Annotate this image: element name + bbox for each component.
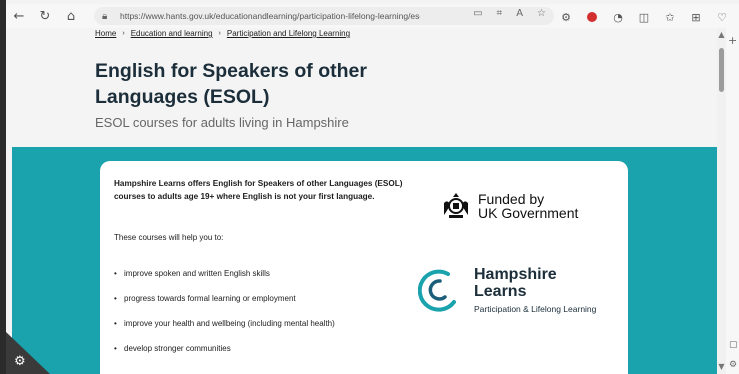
red-extension-icon[interactable]	[582, 6, 602, 28]
home-icon[interactable]: ⌂	[58, 5, 84, 27]
list-item: • progress towards formal learning or emp…	[114, 294, 296, 303]
heart-icon[interactable]: ♡	[712, 6, 732, 28]
hampshire-learns-name: Hampshire Learns	[474, 266, 557, 300]
intro-text: Hampshire Learns offers English for Spea…	[114, 179, 403, 201]
info-card: Hampshire Learns offers English for Spea…	[100, 161, 628, 374]
browser-toolbar: ← ↻ ⌂ 🔒︎ https://www.hants.gov.uk/educat…	[6, 4, 739, 28]
page-title: English for Speakers of other Languages …	[95, 60, 367, 108]
help-text: These courses will help you to:	[114, 233, 224, 242]
reader-icon[interactable]: ▭	[473, 8, 482, 19]
chevron-right-icon: ›	[218, 30, 221, 37]
funded-by-text: Funded by UK Government	[478, 191, 579, 221]
back-icon[interactable]: ←	[6, 5, 32, 27]
add-icon[interactable]: +	[728, 34, 737, 47]
favorites-icon[interactable]: ✩	[660, 6, 680, 28]
uk-government-logo: Funded by UK Government	[440, 191, 578, 221]
collections-icon[interactable]: ⊞	[686, 6, 706, 28]
extension-icon[interactable]: ⚙	[556, 6, 576, 28]
profile-icon[interactable]: ◔	[608, 6, 628, 28]
url-text[interactable]: https://www.hants.gov.uk/educationandlea…	[120, 11, 420, 21]
scroll-down-icon[interactable]: ▼	[717, 362, 726, 371]
breadcrumb: Home › Education and learning › Particip…	[95, 29, 350, 38]
settings-small-icon[interactable]: ⚙	[729, 360, 737, 370]
scrollbar-thumb[interactable]	[719, 48, 724, 92]
page-viewport: Home › Education and learning › Particip…	[6, 28, 717, 374]
list-item: • develop stronger communities	[114, 344, 231, 353]
refresh-icon[interactable]: ↻	[32, 5, 58, 27]
royal-crest-icon	[444, 193, 468, 218]
favorite-icon[interactable]: ☆	[537, 8, 546, 19]
sidebar-icon[interactable]: ▢	[729, 340, 738, 350]
breadcrumb-participation-link[interactable]: Participation and Lifelong Learning	[227, 29, 350, 38]
hampshire-learns-tagline: Participation & Lifelong Learning	[474, 304, 597, 314]
gear-icon[interactable]: ⚙	[14, 354, 26, 369]
benefits-list: • improve spoken and written English skil…	[114, 269, 335, 369]
read-aloud-icon[interactable]: A	[516, 8, 523, 19]
hampshire-learns-ring-icon	[418, 269, 456, 312]
hampshire-learns-logo: Hampshire Learns Participation & Lifelon…	[418, 266, 618, 326]
breadcrumb-education-link[interactable]: Education and learning	[131, 29, 213, 38]
chevron-right-icon: ›	[122, 30, 125, 37]
grid-icon[interactable]: ⌗	[497, 8, 503, 19]
page-subtitle: ESOL courses for adults living in Hampsh…	[95, 115, 349, 130]
list-item: • improve your health and wellbeing (incl…	[114, 319, 335, 328]
breadcrumb-home-link[interactable]: Home	[95, 29, 116, 38]
lock-icon[interactable]: 🔒︎	[102, 11, 116, 22]
scroll-up-icon[interactable]: ▲	[717, 30, 726, 39]
browser-side-panel	[726, 28, 739, 374]
split-icon[interactable]: ◫	[634, 6, 654, 28]
address-bar[interactable]: 🔒︎ https://www.hants.gov.uk/educationand…	[94, 7, 554, 25]
list-item: • improve spoken and written English skil…	[114, 269, 270, 278]
cookie-settings-tab[interactable]	[6, 332, 50, 374]
